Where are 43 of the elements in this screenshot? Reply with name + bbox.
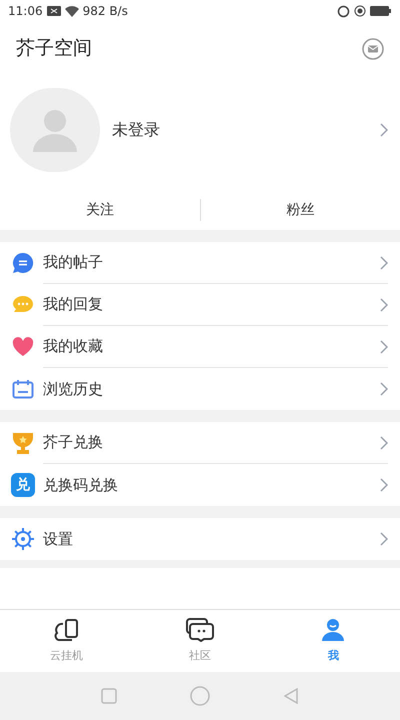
chevron-right-icon	[380, 478, 388, 492]
chevron-right-icon	[380, 340, 388, 354]
cloud-device-icon	[54, 618, 80, 642]
trophy-icon	[11, 431, 35, 455]
menu-label: 我的帖子	[43, 252, 103, 274]
chat-bubble-icon	[12, 295, 34, 315]
chevron-right-icon	[380, 298, 388, 312]
user-icon	[321, 618, 346, 642]
menu-label: 芥子兑换	[43, 432, 103, 454]
menu-label: 浏览历史	[43, 378, 103, 400]
stat-label[interactable]: 粉丝	[286, 200, 314, 220]
battery-icon	[370, 6, 392, 16]
chevron-right-icon	[380, 382, 388, 396]
network-speed: 982 B/s	[82, 3, 128, 20]
tab-label: 我	[328, 648, 339, 664]
calendar-icon	[12, 379, 34, 399]
user-silhouette-icon	[33, 108, 77, 152]
heart-icon	[12, 337, 34, 357]
stat-label[interactable]: 关注	[86, 200, 114, 220]
chevron-right-icon	[380, 256, 388, 270]
chevron-right-icon	[380, 532, 388, 546]
location-icon	[354, 5, 366, 17]
chat-bubbles-icon	[186, 618, 214, 642]
menu-label: 我的回复	[43, 294, 103, 316]
wifi-icon	[64, 6, 79, 16]
back-button[interactable]	[283, 688, 300, 704]
mail-icon[interactable]	[362, 38, 384, 60]
menu-label: 设置	[43, 528, 73, 550]
notification-icon	[46, 6, 61, 16]
home-button[interactable]	[190, 686, 210, 706]
chevron-right-icon	[380, 123, 388, 137]
menu-label: 我的收藏	[43, 336, 103, 358]
menu-label: 兑换码兑换	[43, 474, 118, 496]
page-title: 芥子空间	[16, 36, 92, 62]
exchange-icon: 兑	[11, 473, 35, 497]
status-time: 11:06	[8, 3, 43, 20]
recents-button[interactable]	[100, 688, 117, 704]
tab-label: 云挂机	[50, 648, 84, 664]
chevron-right-icon	[380, 436, 388, 450]
login-status[interactable]: 未登录	[112, 118, 368, 142]
tab-label: 社区	[188, 648, 211, 664]
chat-bubble-icon	[12, 252, 34, 274]
settings-icon	[11, 527, 35, 551]
